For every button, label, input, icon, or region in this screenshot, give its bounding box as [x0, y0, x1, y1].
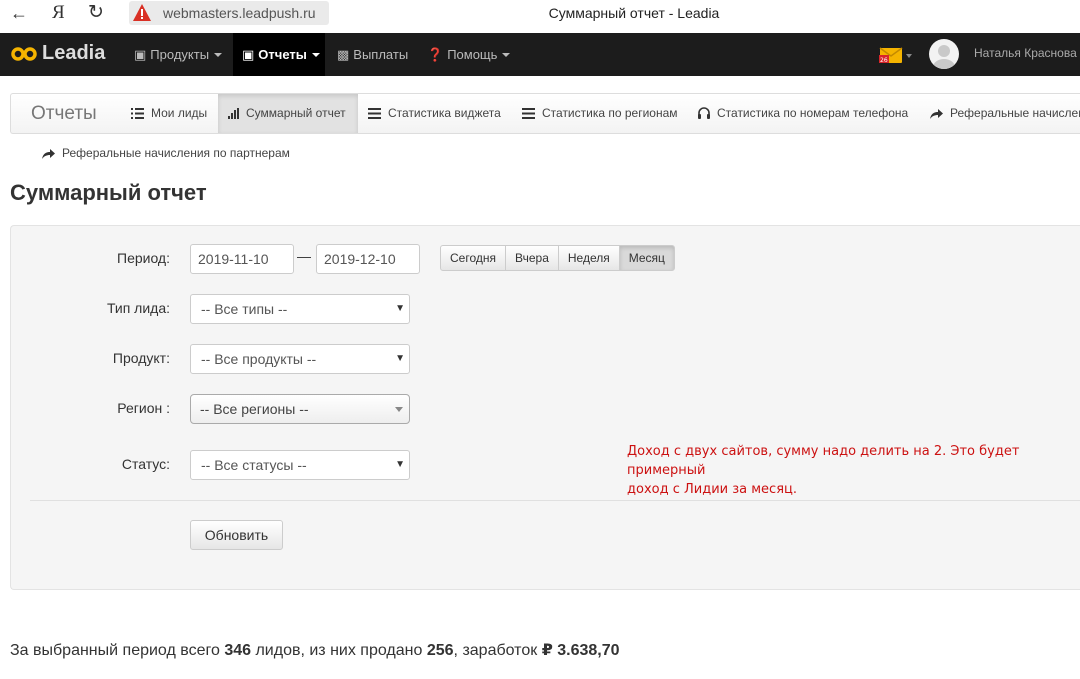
subnav-my-leads[interactable]: Мои лиды	[131, 94, 207, 133]
sold-count: 256	[426, 642, 454, 659]
briefcase-icon: ▣	[242, 47, 255, 62]
caret-down-icon	[502, 53, 511, 57]
caret-down-icon	[311, 53, 320, 57]
yesterday-button[interactable]: Вчера	[505, 245, 559, 271]
date-from-input[interactable]: 2019-11-10	[190, 244, 294, 274]
logo-infinity-icon	[11, 47, 37, 61]
period-label: Период:	[117, 250, 170, 266]
mail-icon[interactable]: 26	[879, 45, 913, 65]
select-arrow-icon: ▼	[395, 459, 405, 470]
divider	[30, 500, 1080, 501]
subnav-widget-stats[interactable]: Статистика виджета	[368, 94, 501, 133]
list-icon	[368, 108, 381, 119]
today-button[interactable]: Сегодня	[440, 245, 506, 271]
update-button[interactable]: Обновить	[190, 520, 283, 550]
briefcase-icon: ▣	[134, 47, 147, 62]
date-to-input[interactable]: 2019-12-10	[316, 244, 420, 274]
nav-products[interactable]: ▣ Продукты	[134, 33, 223, 76]
question-circle-icon: ❓	[427, 47, 444, 62]
product-select[interactable]: -- Все продукты -- ▼	[190, 344, 410, 374]
list-icon	[522, 108, 535, 119]
share-arrow-icon	[930, 109, 943, 119]
select-arrow-icon: ▼	[395, 353, 405, 364]
earnings: ₽ 3.638,70	[541, 642, 620, 659]
region-select[interactable]: -- Все регионы --	[190, 394, 410, 424]
month-button[interactable]: Месяц	[618, 245, 675, 271]
nav-payouts[interactable]: ▩ Выплаты	[337, 33, 408, 76]
filter-panel	[10, 225, 1080, 590]
list-icon	[131, 108, 144, 119]
subnav-summary-report[interactable]: Суммарный отчет	[218, 94, 358, 133]
summary-text: За выбранный период всего 346 лидов, из …	[10, 642, 620, 659]
region-label: Регион :	[117, 400, 170, 416]
tab-title: Суммарный отчет - Leadia	[548, 5, 720, 21]
date-separator: —	[297, 248, 311, 264]
browser-toolbar: ← Я ↻ webmasters.leadpush.ru Суммарный о…	[0, 0, 1080, 27]
lead-type-select[interactable]: -- Все типы -- ▼	[190, 294, 410, 324]
week-button[interactable]: Неделя	[557, 245, 620, 271]
money-icon: ▩	[337, 47, 350, 62]
nav-help[interactable]: ❓ Помощь	[427, 33, 511, 76]
nav-reports[interactable]: ▣ Отчеты	[233, 33, 325, 76]
user-name[interactable]: Наталья Краснова	[974, 46, 1077, 60]
status-label: Статус:	[121, 456, 170, 472]
period-quick-buttons: Сегодня Вчера Неделя Месяц	[440, 245, 675, 271]
logo-text[interactable]: Leadia	[42, 42, 105, 65]
subnav-brand[interactable]: Отчеты	[31, 103, 97, 125]
subnav-referral[interactable]: Реферальные начислен	[930, 94, 1080, 133]
status-select[interactable]: -- Все статусы -- ▼	[190, 450, 410, 480]
share-arrow-icon	[42, 149, 55, 159]
select-arrow-icon: ▼	[395, 303, 405, 314]
annotation-note: Доход с двух сайтов, сумму надо делить н…	[627, 444, 1020, 497]
subnav-referral-partners[interactable]: Реферальные начисления по партнерам	[42, 146, 290, 160]
avatar[interactable]	[929, 39, 959, 69]
caret-down-icon	[214, 53, 223, 57]
mail-badge: 26	[880, 57, 888, 64]
page-title: Суммарный отчет	[10, 180, 207, 205]
select-arrow-icon	[395, 407, 403, 412]
signal-icon	[228, 108, 239, 119]
total-leads: 346	[224, 642, 252, 659]
product-label: Продукт:	[112, 350, 170, 366]
headphones-icon	[698, 107, 710, 119]
user-silhouette-icon	[933, 45, 955, 69]
top-navbar: Leadia ▣ Продукты ▣ Отчеты ▩ Выплаты ❓ Помощ…	[0, 33, 1080, 76]
subnav-region-stats[interactable]: Статистика по регионам	[522, 94, 678, 133]
lead-type-label: Тип лида:	[106, 300, 170, 316]
subnav-phone-stats[interactable]: Статистика по номерам телефона	[698, 94, 908, 133]
reports-subnav: Отчеты Мои лиды Суммарный отчет Статисти…	[10, 93, 1080, 134]
